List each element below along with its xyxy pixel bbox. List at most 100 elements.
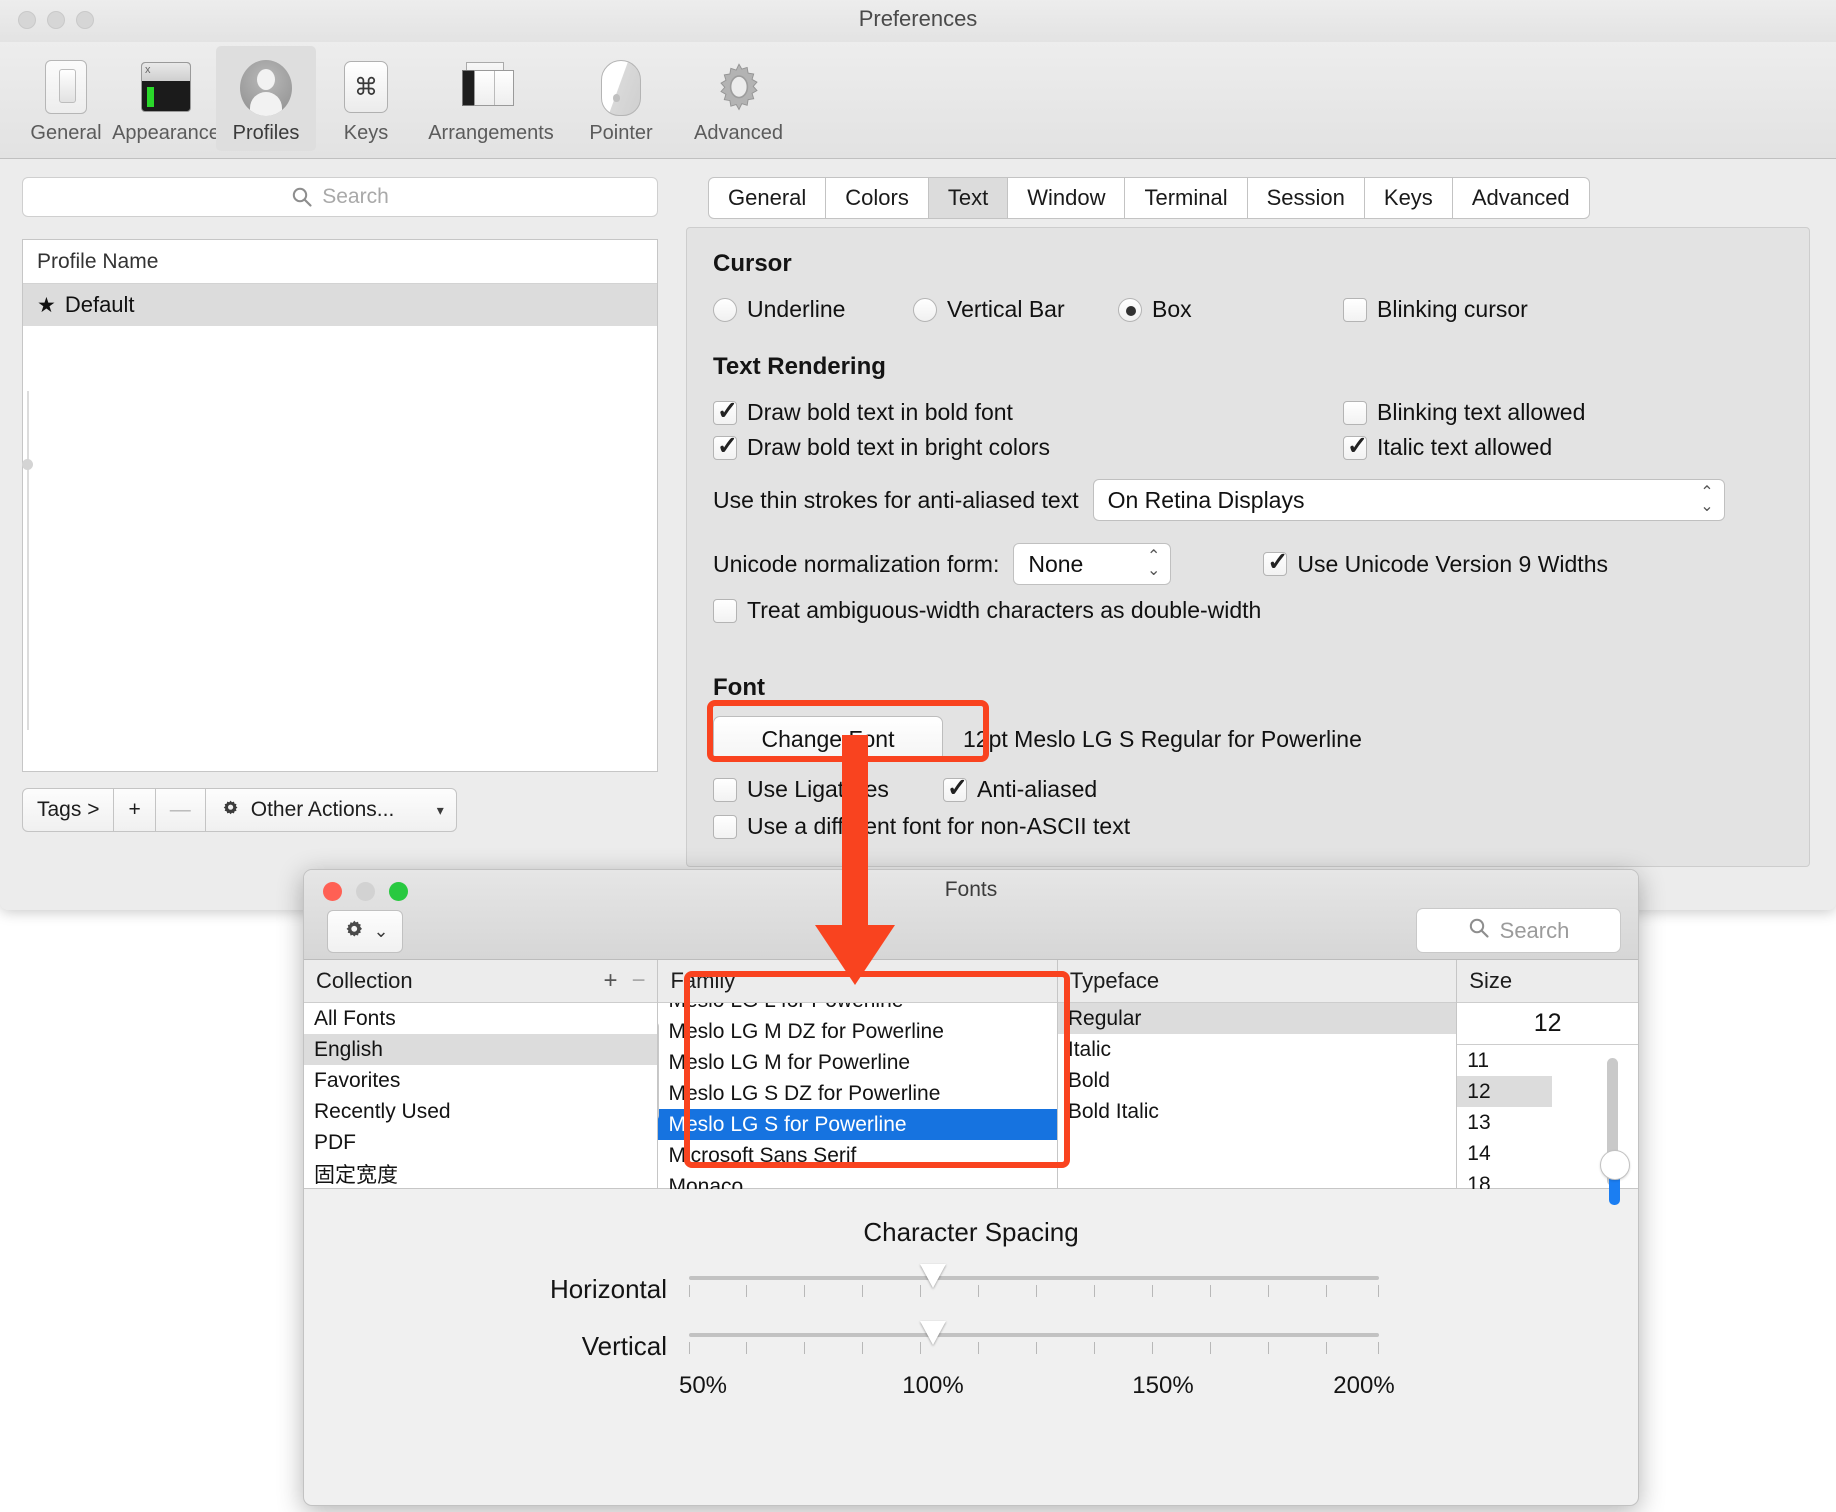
list-item[interactable]: Bold Italic bbox=[1058, 1096, 1456, 1127]
thin-strokes-select[interactable]: On Retina Displays ⌃ ⌄ bbox=[1092, 479, 1725, 521]
tab-window[interactable]: Window bbox=[1008, 177, 1126, 219]
chevron-down-icon: ▾ bbox=[436, 801, 444, 818]
pane-divider bbox=[27, 391, 29, 730]
ambiguous-width-checkbox[interactable]: Treat ambiguous-width characters as doub… bbox=[713, 597, 1261, 624]
checkbox-indicator bbox=[713, 598, 737, 623]
draw-bold-bold-font-checkbox[interactable]: Draw bold text in bold font bbox=[713, 396, 1343, 426]
horizontal-spacing-slider[interactable] bbox=[689, 1264, 1379, 1303]
minus-icon[interactable]: − bbox=[631, 967, 645, 995]
table-row[interactable]: ★ Default bbox=[23, 284, 657, 326]
window-title: Preferences bbox=[858, 6, 978, 31]
toolbar-item-advanced[interactable]: Advanced bbox=[676, 46, 801, 151]
size-slider-knob[interactable] bbox=[1600, 1150, 1631, 1180]
radio-indicator bbox=[1118, 297, 1142, 322]
preferences-toolbar: General Appearance Profiles ⌘ Keys Ar bbox=[0, 42, 1836, 159]
pane-resize-handle[interactable] bbox=[22, 459, 33, 470]
blinking-cursor-checkbox[interactable]: Blinking cursor bbox=[1343, 296, 1528, 323]
tab-session[interactable]: Session bbox=[1247, 177, 1365, 219]
other-actions-button[interactable]: Other Actions... ▾ bbox=[204, 788, 457, 832]
chevron-up-down-icon: ⌃ ⌄ bbox=[1700, 484, 1714, 515]
list-item[interactable]: English bbox=[304, 1034, 658, 1065]
current-font-label: 12pt Meslo LG S Regular for Powerline bbox=[963, 725, 1362, 752]
list-item[interactable]: Monaco bbox=[658, 1171, 1056, 1190]
toolbar-label: Arrangements bbox=[428, 122, 554, 144]
thin-strokes-label: Use thin strokes for anti-aliased text bbox=[713, 486, 1079, 513]
search-icon bbox=[291, 186, 313, 208]
blinking-text-checkbox[interactable]: Blinking text allowed bbox=[1343, 399, 1585, 426]
plus-icon[interactable]: + bbox=[603, 967, 617, 995]
list-item[interactable]: Meslo LG M for Powerline bbox=[658, 1047, 1056, 1078]
remove-profile-button[interactable]: — bbox=[154, 788, 206, 832]
list-item[interactable]: Italic bbox=[1058, 1034, 1456, 1065]
list-item[interactable]: 固定宽度 bbox=[304, 1158, 657, 1189]
toolbar-item-general[interactable]: General bbox=[16, 46, 116, 151]
tags-button[interactable]: Tags > bbox=[22, 788, 115, 832]
size-header-label: Size bbox=[1469, 968, 1513, 993]
non-ascii-font-checkbox[interactable]: Use a different font for non-ASCII text bbox=[713, 813, 1130, 840]
mouse-icon bbox=[592, 58, 650, 116]
use-ligatures-label: Use Ligatures bbox=[747, 776, 889, 802]
search-input[interactable]: Search bbox=[22, 177, 658, 217]
checkbox-indicator bbox=[713, 814, 737, 839]
list-item[interactable]: Favorites bbox=[304, 1065, 657, 1096]
list-item[interactable]: Meslo LG S DZ for Powerline bbox=[658, 1078, 1056, 1109]
list-item[interactable]: Microsoft Sans Serif bbox=[658, 1140, 1056, 1171]
list-item[interactable]: PDF bbox=[304, 1127, 657, 1158]
list-item[interactable]: Meslo LG M DZ for Powerline bbox=[658, 1016, 1056, 1047]
tab-terminal[interactable]: Terminal bbox=[1125, 177, 1248, 219]
tab-colors[interactable]: Colors bbox=[826, 177, 929, 219]
tab-advanced[interactable]: Advanced bbox=[1452, 177, 1590, 219]
add-profile-button[interactable]: + bbox=[113, 788, 156, 832]
fonts-window-title: Fonts bbox=[944, 878, 998, 901]
cursor-underline-label: Underline bbox=[747, 296, 846, 322]
size-slider-fill bbox=[1609, 1178, 1621, 1205]
anti-aliased-checkbox[interactable]: Anti-aliased bbox=[943, 773, 1097, 803]
scale-label: 200% bbox=[1333, 1372, 1395, 1399]
size-input[interactable]: 12 bbox=[1457, 1003, 1638, 1045]
change-font-button[interactable]: Change Font bbox=[713, 716, 943, 762]
list-item[interactable]: Regular bbox=[1057, 1003, 1457, 1034]
toolbar-item-profiles[interactable]: Profiles bbox=[216, 46, 316, 151]
typeface-list[interactable]: Regular Italic Bold Bold Italic bbox=[1057, 1003, 1457, 1189]
draw-bold-bright-colors-label: Draw bold text in bright colors bbox=[747, 434, 1050, 460]
list-item[interactable]: 12 bbox=[1457, 1076, 1553, 1107]
unicode9-widths-checkbox[interactable]: Use Unicode Version 9 Widths bbox=[1263, 547, 1608, 578]
tab-keys[interactable]: Keys bbox=[1364, 177, 1453, 219]
typeface-column: Typeface Regular Italic Bold Bold Italic bbox=[1057, 960, 1458, 1189]
list-item[interactable]: Bold bbox=[1058, 1065, 1456, 1096]
tab-general[interactable]: General bbox=[708, 177, 827, 219]
checkbox-indicator bbox=[1343, 400, 1367, 425]
list-item[interactable]: All Fonts bbox=[304, 1003, 657, 1034]
vertical-spacing-slider[interactable] bbox=[689, 1321, 1379, 1360]
slider-thumb[interactable] bbox=[920, 1264, 946, 1288]
list-item[interactable]: Recently Used bbox=[304, 1096, 657, 1127]
fonts-search-input[interactable]: Search bbox=[1416, 908, 1621, 953]
cursor-box-radio[interactable]: Box bbox=[1118, 296, 1343, 323]
collection-list[interactable]: All Fonts English Favorites Recently Use… bbox=[304, 1003, 658, 1189]
size-column: Size 12 11 12 13 14 18 bbox=[1457, 960, 1638, 1205]
cursor-vertical-bar-radio[interactable]: Vertical Bar bbox=[913, 296, 1118, 323]
character-spacing-title: Character Spacing bbox=[863, 1217, 1079, 1247]
toolbar-item-appearance[interactable]: Appearance bbox=[112, 46, 220, 151]
chevron-up-down-icon: ⌃ ⌄ bbox=[1146, 548, 1161, 579]
family-header-label: Family bbox=[670, 968, 736, 993]
text-rendering-heading: Text Rendering bbox=[713, 353, 886, 380]
list-item-selected[interactable]: Meslo LG S for Powerline bbox=[658, 1109, 1057, 1140]
list-item[interactable]: Meslo LG L for Powerline bbox=[658, 1003, 1056, 1016]
use-ligatures-checkbox[interactable]: Use Ligatures bbox=[713, 776, 943, 803]
cursor-underline-radio[interactable]: Underline bbox=[713, 296, 913, 323]
thin-strokes-value: On Retina Displays bbox=[1107, 486, 1305, 513]
checkbox-indicator bbox=[1263, 547, 1288, 577]
family-list[interactable]: Meslo LG L for Powerline Meslo LG M DZ f… bbox=[658, 1003, 1057, 1190]
draw-bold-bright-colors-checkbox[interactable]: Draw bold text in bright colors bbox=[713, 431, 1343, 461]
fonts-action-menu-button[interactable]: ⌄ bbox=[327, 910, 403, 953]
toolbar-item-keys[interactable]: ⌘ Keys bbox=[316, 46, 416, 151]
toolbar-item-arrangements[interactable]: Arrangements bbox=[416, 46, 566, 151]
tab-text[interactable]: Text bbox=[928, 177, 1009, 219]
italic-text-checkbox[interactable]: Italic text allowed bbox=[1343, 431, 1552, 461]
toolbar-item-pointer[interactable]: Pointer bbox=[566, 46, 676, 151]
unicode-normalization-select[interactable]: None ⌃ ⌄ bbox=[1013, 543, 1172, 585]
profiles-table-header[interactable]: Profile Name bbox=[23, 240, 657, 284]
profiles-sidebar: Search Profile Name ★ Default Tags > + — bbox=[0, 159, 672, 910]
slider-thumb[interactable] bbox=[920, 1321, 946, 1345]
